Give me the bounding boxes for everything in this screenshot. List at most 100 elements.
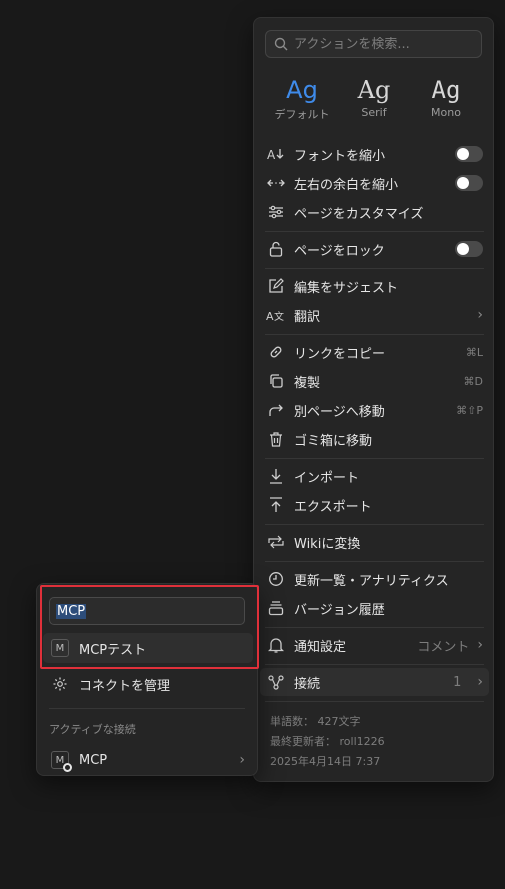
font-option-label: デフォルト xyxy=(274,108,330,121)
integration-badge: M xyxy=(51,751,72,772)
menu-item-label: 左右の余白を縮小 xyxy=(294,177,399,193)
menu-item-copy-link[interactable]: リンクをコピー ⌘L xyxy=(260,338,489,366)
lock-page-toggle[interactable] xyxy=(455,241,483,257)
menu-item-version-history[interactable]: バージョン履歴 xyxy=(260,594,489,622)
edit-suggest-icon xyxy=(266,276,286,296)
annotation-highlight-box xyxy=(40,585,259,669)
chevron-right-icon: › xyxy=(477,637,483,653)
menu-divider xyxy=(265,664,484,665)
menu-item-updates-analytics[interactable]: 更新一覧・アナリティクス xyxy=(260,565,489,593)
convert-icon xyxy=(266,532,286,552)
svg-text:A: A xyxy=(266,310,274,322)
clock-icon xyxy=(266,569,286,589)
shortcut-label: ⌘L xyxy=(465,345,483,359)
gear-icon xyxy=(51,676,69,692)
active-connections-header: アクティブな接続 xyxy=(49,723,136,736)
menu-divider xyxy=(265,524,484,525)
link-icon xyxy=(266,342,286,362)
font-size-icon: A xyxy=(266,144,286,164)
menu-divider xyxy=(265,231,484,232)
font-option-glyph: Ag xyxy=(357,76,391,104)
menu-item-convert-wiki[interactable]: Wikiに変換 xyxy=(260,528,489,556)
menu-item-label: フォントを縮小 xyxy=(294,148,386,164)
font-option-label: Serif xyxy=(361,106,387,119)
font-option-glyph: Ag xyxy=(286,76,318,104)
menu-item-label: 複製 xyxy=(294,375,321,391)
svg-text:文: 文 xyxy=(274,310,284,322)
menu-item-export[interactable]: エクスポート xyxy=(260,491,489,519)
page-info-footer: 単語数： 427文字 最終更新者： roll1226 2025年4月14日 7:… xyxy=(270,712,385,772)
small-text-toggle[interactable] xyxy=(455,146,483,162)
action-search-input[interactable] xyxy=(294,36,474,52)
menu-divider xyxy=(265,334,484,335)
menu-item-label: バージョン履歴 xyxy=(294,602,385,618)
export-icon xyxy=(266,495,286,515)
menu-item-label: 通知設定 xyxy=(294,639,347,655)
menu-divider xyxy=(265,561,484,562)
menu-item-label: 編集をサジェスト xyxy=(294,280,399,296)
menu-item-trash[interactable]: ゴミ箱に移動 xyxy=(260,425,489,453)
menu-item-move-to[interactable]: 別ページへ移動 ⌘⇧P xyxy=(260,396,489,424)
import-icon xyxy=(266,466,286,486)
menu-item-label: ゴミ箱に移動 xyxy=(294,433,373,449)
active-connection-label: MCP xyxy=(79,752,108,768)
trash-icon xyxy=(266,429,286,449)
move-arrow-icon xyxy=(266,400,286,420)
menu-item-duplicate[interactable]: 複製 ⌘D xyxy=(260,367,489,395)
action-search-box[interactable] xyxy=(265,30,482,58)
connections-count: 1 xyxy=(453,674,462,690)
menu-item-label: インポート xyxy=(294,470,360,486)
panel-divider xyxy=(49,708,245,709)
chevron-right-icon: › xyxy=(239,752,245,768)
lock-icon xyxy=(266,239,286,259)
arrows-horizontal-icon xyxy=(266,173,286,193)
chevron-right-icon: › xyxy=(477,674,483,690)
menu-item-label: Wikiに変換 xyxy=(294,536,361,552)
font-option-label: Mono xyxy=(431,106,461,119)
font-option-default[interactable]: Ag デフォルト xyxy=(266,74,338,122)
menu-item-notifications[interactable]: 通知設定 コメント › xyxy=(260,631,489,659)
font-option-mono[interactable]: Ag Mono xyxy=(410,74,482,119)
sliders-icon xyxy=(266,202,286,222)
menu-divider xyxy=(265,701,484,702)
menu-divider xyxy=(265,268,484,269)
history-icon xyxy=(266,598,286,618)
svg-text:A: A xyxy=(267,148,276,162)
menu-item-label: ページをロック xyxy=(294,243,385,259)
menu-item-label: 更新一覧・アナリティクス xyxy=(294,573,449,589)
copy-icon xyxy=(266,371,286,391)
menu-item-label: 翻訳 xyxy=(294,309,321,325)
manage-connections-item[interactable]: コネクトを管理 xyxy=(43,669,253,699)
active-connection-item[interactable]: M MCP › xyxy=(43,745,253,775)
shortcut-label: ⌘D xyxy=(463,374,483,388)
menu-item-lock-page[interactable]: ページをロック xyxy=(260,235,489,263)
manage-connections-label: コネクトを管理 xyxy=(79,678,171,694)
chevron-right-icon: › xyxy=(477,307,483,323)
translate-icon: A文 xyxy=(266,305,286,325)
shortcut-label: ⌘⇧P xyxy=(456,403,483,417)
menu-item-label: 別ページへ移動 xyxy=(294,404,385,420)
notification-setting-value: コメント xyxy=(417,639,470,655)
search-icon xyxy=(274,37,288,51)
last-edited-by: 最終更新者： roll1226 xyxy=(270,735,385,748)
menu-item-full-width[interactable]: 左右の余白を縮小 xyxy=(260,169,489,197)
menu-item-translate[interactable]: A文 翻訳 › xyxy=(260,301,489,329)
menu-divider xyxy=(265,458,484,459)
bell-icon xyxy=(266,635,286,655)
font-option-serif[interactable]: Ag Serif xyxy=(338,74,410,119)
font-style-picker: Ag デフォルト Ag Serif Ag Mono xyxy=(254,74,495,130)
menu-item-small-text[interactable]: A フォントを縮小 xyxy=(260,140,489,168)
menu-item-import[interactable]: インポート xyxy=(260,462,489,490)
connection-icon xyxy=(266,672,286,692)
menu-item-customize[interactable]: ページをカスタマイズ xyxy=(260,198,489,226)
last-edited-date: 2025年4月14日 7:37 xyxy=(270,755,381,768)
page-actions-menu: Ag デフォルト Ag Serif Ag Mono A フォントを縮小 左右の余… xyxy=(253,17,494,782)
menu-item-label: 接続 xyxy=(294,676,321,692)
menu-item-connections[interactable]: 接続 1 › xyxy=(260,668,489,696)
menu-item-label: エクスポート xyxy=(294,499,372,515)
full-width-toggle[interactable] xyxy=(455,175,483,191)
menu-item-suggest-edits[interactable]: 編集をサジェスト xyxy=(260,272,489,300)
active-status-dot xyxy=(63,763,72,772)
menu-item-label: リンクをコピー xyxy=(294,346,386,362)
menu-divider xyxy=(265,627,484,628)
